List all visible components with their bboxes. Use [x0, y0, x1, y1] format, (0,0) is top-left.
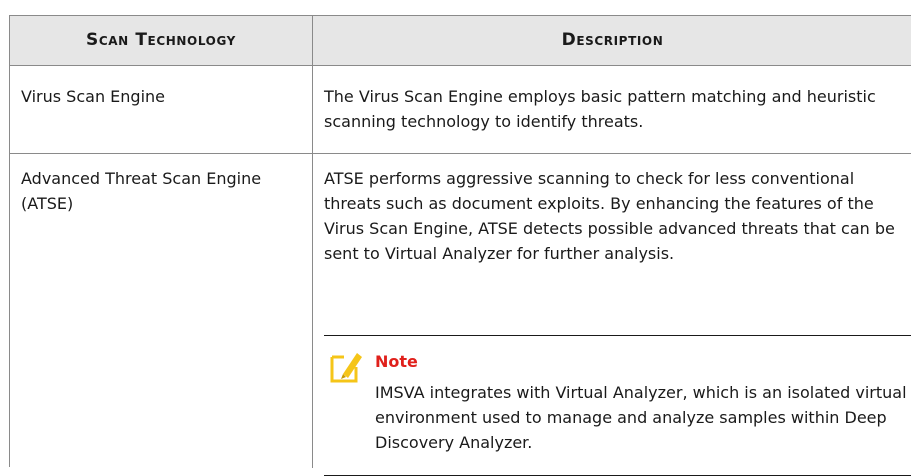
row-1-description: The Virus Scan Engine employs basic patt… — [324, 87, 876, 131]
note-body: IMSVA integrates with Virtual Analyzer, … — [375, 383, 907, 452]
row-2-technology: Advanced Threat Scan Engine (ATSE) — [21, 169, 262, 213]
table-header-row: Scan Technology Description — [10, 16, 911, 66]
header-scan-technology: Scan Technology — [86, 30, 236, 50]
scan-technology-table: Scan Technology Description Virus Scan E… — [9, 15, 911, 476]
row-1-technology: Virus Scan Engine — [21, 87, 165, 106]
note-top-rule — [324, 335, 911, 336]
note-label: Note — [375, 352, 418, 371]
row-divider — [10, 153, 911, 154]
note-pencil-icon — [330, 353, 362, 383]
header-description: Description — [312, 16, 911, 65]
column-divider — [312, 66, 313, 468]
row-2-description: ATSE performs aggressive scanning to che… — [324, 169, 895, 263]
